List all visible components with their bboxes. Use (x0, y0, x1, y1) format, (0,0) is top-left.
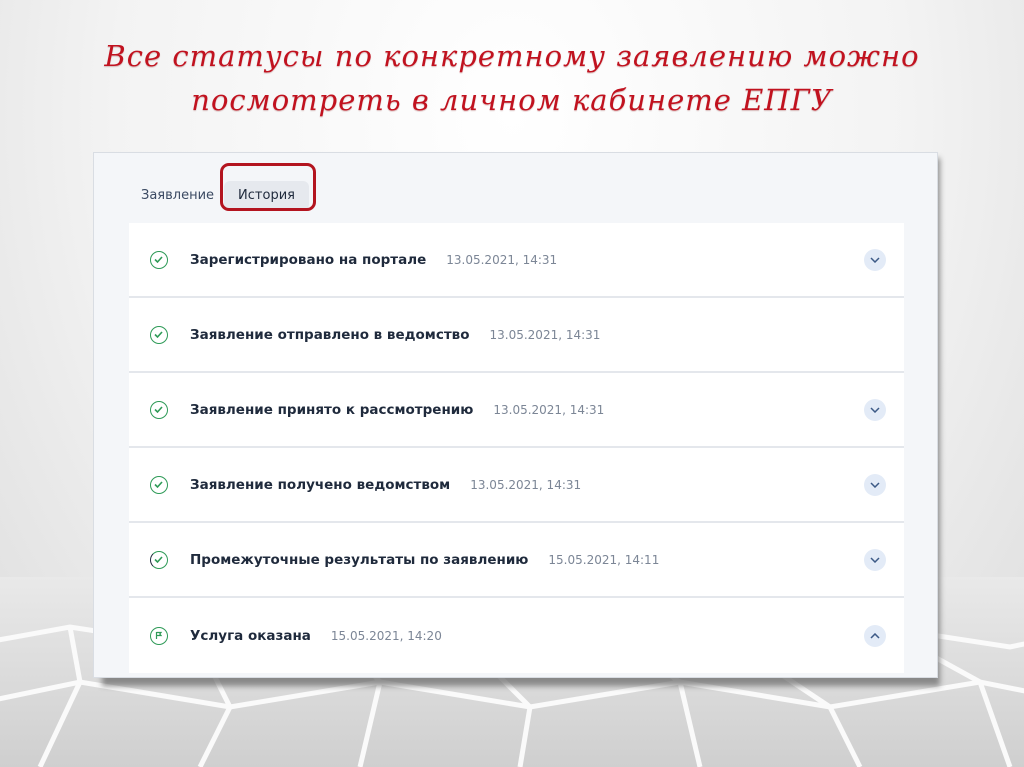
history-list: Зарегистрировано на портале 13.05.2021, 1… (129, 223, 904, 673)
slide-title: Все статусы по конкретному заявлению мож… (60, 34, 964, 122)
history-item[interactable]: Зарегистрировано на портале 13.05.2021, 1… (129, 223, 904, 298)
history-item-status: Зарегистрировано на портале (190, 251, 427, 268)
history-item[interactable]: Заявление отправлено в ведомство 13.05.20… (129, 298, 904, 373)
chevron-down-icon[interactable] (864, 473, 886, 496)
history-item-label: Услуга оказана 15.05.2021, 14:20 (190, 628, 442, 644)
check-circle-icon (150, 550, 168, 569)
history-item-status: Заявление получено ведомством (190, 476, 451, 493)
history-item-datetime: 13.05.2021, 14:31 (493, 402, 605, 417)
slide-title-line1: Все статусы по конкретному заявлению мож… (104, 39, 920, 73)
flag-circle-icon (150, 626, 168, 645)
history-item-datetime: 13.05.2021, 14:31 (446, 252, 558, 267)
history-item[interactable]: Заявление получено ведомством 13.05.2021,… (129, 448, 904, 523)
check-circle-icon (150, 250, 168, 269)
history-item-label: Заявление отправлено в ведомство 13.05.20… (190, 327, 600, 343)
history-item-label: Заявление принято к рассмотрению 13.05.20… (190, 402, 604, 418)
history-item[interactable]: Услуга оказана 15.05.2021, 14:20 (129, 598, 904, 673)
history-item-label: Заявление получено ведомством 13.05.2021,… (190, 477, 581, 493)
history-item-status: Промежуточные результаты по заявлению (190, 551, 529, 568)
chevron-down-icon[interactable] (864, 248, 886, 271)
slide-title-line2: посмотреть в личном кабинете ЕПГУ (191, 83, 833, 117)
history-item-datetime: 15.05.2021, 14:11 (548, 552, 660, 567)
chevron-up-icon[interactable] (864, 624, 886, 647)
history-item-datetime: 13.05.2021, 14:31 (489, 327, 601, 342)
history-item-label: Зарегистрировано на портале 13.05.2021, 1… (190, 252, 557, 268)
history-item-datetime: 15.05.2021, 14:20 (330, 628, 442, 643)
history-item-datetime: 13.05.2021, 14:31 (470, 477, 582, 492)
tab-application[interactable]: Заявление (141, 182, 224, 209)
history-item-label: Промежуточные результаты по заявлению 15.… (190, 552, 659, 568)
check-circle-icon (150, 400, 168, 419)
history-item-status: Заявление принято к рассмотрению (190, 401, 474, 418)
check-circle-icon (150, 325, 168, 344)
check-circle-icon (150, 475, 168, 494)
tab-highlight-frame (220, 163, 316, 211)
chevron-down-icon[interactable] (864, 548, 886, 571)
history-item-status: Услуга оказана (190, 627, 311, 644)
chevron-down-icon[interactable] (864, 398, 886, 421)
history-item[interactable]: Заявление принято к рассмотрению 13.05.20… (129, 373, 904, 448)
history-item-status: Заявление отправлено в ведомство (190, 326, 470, 343)
history-item[interactable]: Промежуточные результаты по заявлению 15.… (129, 523, 904, 598)
history-panel: Заявление История Зарегистрировано на по… (93, 152, 938, 678)
